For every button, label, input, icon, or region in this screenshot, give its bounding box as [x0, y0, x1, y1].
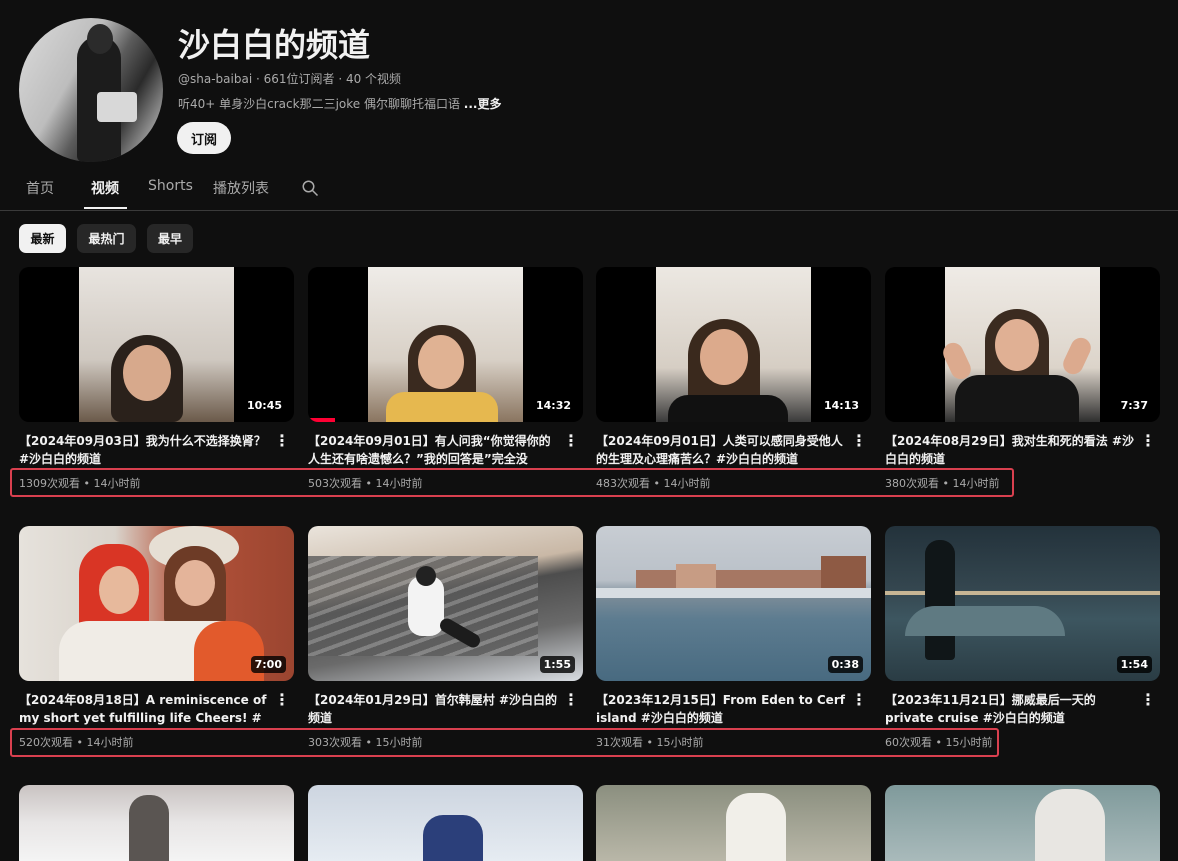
- video-thumbnail[interactable]: [596, 785, 871, 861]
- video-duration: 10:45: [242, 397, 286, 414]
- video-duration: 7:00: [250, 656, 286, 673]
- video-card[interactable]: 7:37 【2024年08月29日】我对生和死的看法 #沙白白的频道 ⋮ 380…: [885, 267, 1160, 502]
- video-thumbnail[interactable]: [308, 785, 583, 861]
- video-thumbnail[interactable]: 7:37: [885, 267, 1160, 422]
- chip-popular[interactable]: 最热门: [77, 224, 136, 253]
- highlight-box: [10, 728, 999, 757]
- video-card[interactable]: 10:45 【2024年09月03日】我为什么不选择换肾？#沙白白的频道 ⋮ 1…: [19, 267, 294, 502]
- active-tab-indicator: [84, 207, 127, 209]
- video-thumbnail[interactable]: 7:00: [19, 526, 294, 681]
- video-title[interactable]: 【2024年09月01日】有人问我“你觉得你的人生还有啥遗憾么？”我的回答是”完…: [308, 432, 558, 468]
- video-title[interactable]: 【2024年08月29日】我对生和死的看法 #沙白白的频道: [885, 432, 1135, 468]
- channel-header: 沙白白的频道 @sha-baibai · 661位订阅者 · 40 个视频 听4…: [19, 18, 1159, 168]
- video-card[interactable]: 14:32 【2024年09月01日】有人问我“你觉得你的人生还有啥遗憾么？”我…: [308, 267, 583, 502]
- video-thumbnail[interactable]: [885, 785, 1160, 861]
- video-duration: 7:37: [1116, 397, 1152, 414]
- video-title[interactable]: 【2024年08月18日】A reminiscence of my short …: [19, 691, 269, 727]
- video-title[interactable]: 【2023年11月21日】挪威最后一天的private cruise #沙白白的…: [885, 691, 1135, 727]
- channel-description-text: 听40+ 单身沙白crack那二三joke 偶尔聊聊托福口语: [178, 97, 460, 111]
- video-card[interactable]: 1:55 【2024年01月29日】首尔韩屋村 #沙白白的频道 ⋮ 303次观看…: [308, 526, 583, 761]
- video-title[interactable]: 【2024年01月29日】首尔韩屋村 #沙白白的频道: [308, 691, 558, 727]
- video-thumbnail[interactable]: 1:55: [308, 526, 583, 681]
- video-thumbnail[interactable]: 0:38: [596, 526, 871, 681]
- more-options-icon[interactable]: ⋮: [274, 433, 290, 449]
- video-title[interactable]: 【2024年09月03日】我为什么不选择换肾？#沙白白的频道: [19, 432, 269, 468]
- video-card[interactable]: 0:38 【2023年12月15日】From Eden to Cerf isla…: [596, 526, 871, 761]
- video-duration: 1:55: [539, 656, 575, 673]
- tab-shorts[interactable]: Shorts: [148, 178, 193, 194]
- highlight-box: [10, 468, 1014, 497]
- more-options-icon[interactable]: ⋮: [1140, 692, 1156, 708]
- more-link[interactable]: ...更多: [464, 97, 502, 111]
- video-thumbnail[interactable]: 10:45: [19, 267, 294, 422]
- video-duration: 14:13: [819, 397, 863, 414]
- video-duration: 0:38: [827, 656, 863, 673]
- chip-latest[interactable]: 最新: [19, 224, 66, 253]
- video-thumbnail[interactable]: 14:32: [308, 267, 583, 422]
- video-duration: 1:54: [1116, 656, 1152, 673]
- video-duration: 14:32: [531, 397, 575, 414]
- video-title[interactable]: 【2023年12月15日】From Eden to Cerf island #沙…: [596, 691, 846, 727]
- more-options-icon[interactable]: ⋮: [851, 692, 867, 708]
- video-card[interactable]: 14:13 【2024年09月01日】人类可以感同身受他人的生理及心理痛苦么？#…: [596, 267, 871, 502]
- channel-description[interactable]: 听40+ 单身沙白crack那二三joke 偶尔聊聊托福口语 ...更多: [178, 95, 501, 112]
- video-card[interactable]: 1:54 【2023年11月21日】挪威最后一天的private cruise …: [885, 526, 1160, 761]
- subscribe-button[interactable]: 订阅: [177, 122, 231, 154]
- video-title[interactable]: 【2024年09月01日】人类可以感同身受他人的生理及心理痛苦么？#沙白白的频道: [596, 432, 846, 468]
- more-options-icon[interactable]: ⋮: [1140, 433, 1156, 449]
- channel-title: 沙白白的频道: [178, 26, 371, 64]
- more-options-icon[interactable]: ⋮: [274, 692, 290, 708]
- more-options-icon[interactable]: ⋮: [563, 692, 579, 708]
- channel-meta: @sha-baibai · 661位订阅者 · 40 个视频: [178, 72, 402, 86]
- video-thumbnail[interactable]: 14:13: [596, 267, 871, 422]
- video-thumbnail[interactable]: [19, 785, 294, 861]
- tab-home[interactable]: 首页: [26, 178, 54, 198]
- tab-videos[interactable]: 视频: [91, 178, 119, 198]
- tab-playlists[interactable]: 播放列表: [213, 178, 269, 198]
- channel-avatar[interactable]: [19, 18, 163, 162]
- video-card[interactable]: 7:00 【2024年08月18日】A reminiscence of my s…: [19, 526, 294, 761]
- more-options-icon[interactable]: ⋮: [851, 433, 867, 449]
- more-options-icon[interactable]: ⋮: [563, 433, 579, 449]
- channel-tabs: 首页 视频 Shorts 播放列表: [0, 168, 1178, 211]
- search-icon[interactable]: [301, 179, 319, 197]
- watch-progress-bar: [308, 418, 335, 422]
- video-thumbnail[interactable]: 1:54: [885, 526, 1160, 681]
- chip-oldest[interactable]: 最早: [147, 224, 193, 253]
